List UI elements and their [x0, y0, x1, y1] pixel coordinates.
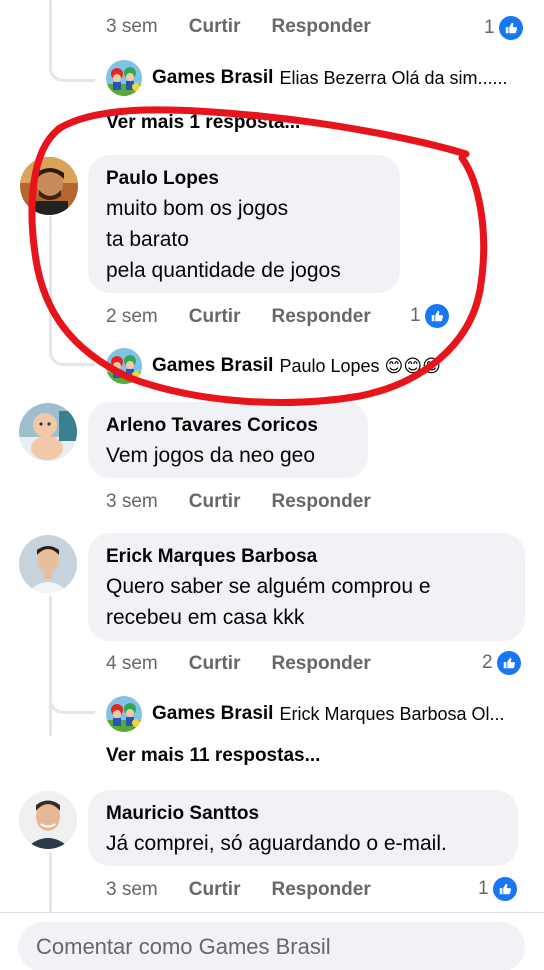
- reply-preview-top[interactable]: Games Brasil Elias Bezerra Olá da sim...…: [106, 60, 508, 96]
- thumbs-up-icon: [496, 651, 521, 675]
- comment-time: 4 sem: [106, 653, 158, 674]
- reply-author[interactable]: Games Brasil: [152, 703, 273, 725]
- thread-line-erick: [49, 596, 52, 736]
- comment-author[interactable]: Mauricio Santtos: [106, 802, 500, 826]
- reply-link[interactable]: Responder: [271, 16, 370, 38]
- comment-time: 3 sem: [106, 16, 158, 37]
- comment-composer[interactable]: [18, 922, 525, 970]
- comment-bubble: Paulo Lopes muito bom os jogos ta barato…: [88, 155, 400, 293]
- reply-text: Erick Marques Barbosa Ol...: [279, 703, 505, 724]
- reply-link[interactable]: Responder: [271, 306, 370, 328]
- comment-bubble: Erick Marques Barbosa Quero saber se alg…: [88, 533, 525, 641]
- reaction-count: 2: [482, 652, 493, 673]
- comment-author[interactable]: Paulo Lopes: [106, 167, 382, 191]
- comment-meta: 3 sem Curtir Responder: [106, 879, 371, 901]
- composer-divider: [0, 912, 544, 913]
- like-link[interactable]: Curtir: [189, 491, 241, 513]
- reply-preview-erick[interactable]: Games Brasil Erick Marques Barbosa Ol...: [106, 696, 505, 732]
- reaction-count-mauricio[interactable]: 1: [478, 877, 517, 901]
- thread-elbow-erick: [49, 694, 95, 714]
- comment-meta: 2 sem Curtir Responder: [106, 306, 371, 328]
- reply-preview-paulo[interactable]: Games Brasil Paulo Lopes 😊😊😊: [106, 348, 441, 384]
- reply-text: Paulo Lopes 😊😊😊: [279, 355, 441, 376]
- comment-text: Vem jogos da neo geo: [106, 444, 315, 467]
- page-avatar: [106, 696, 142, 732]
- reaction-count-paulo[interactable]: 1: [410, 304, 449, 328]
- reply-text: Elias Bezerra Olá da sim......: [279, 67, 508, 88]
- thumbs-up-icon: [424, 304, 449, 328]
- avatar-arleno-tavares-coricos[interactable]: [19, 403, 77, 461]
- comment-bubble: Mauricio Santtos Já comprei, só aguardan…: [88, 790, 518, 866]
- comment-text: Já comprei, só aguardando o e-mail.: [106, 832, 447, 855]
- page-avatar: [106, 348, 142, 384]
- view-more-replies-link[interactable]: Ver mais 1 resposta...: [106, 112, 300, 134]
- thread-line-paulo: [49, 216, 52, 352]
- comment-meta: 4 sem Curtir Responder: [106, 653, 371, 675]
- avatar-paulo-lopes[interactable]: [20, 157, 78, 215]
- reaction-count-erick[interactable]: 2: [482, 651, 521, 675]
- thread-elbow-top: [49, 60, 95, 82]
- reaction-count-top: 1: [484, 16, 523, 40]
- comment-text: Quero saber se alguém comprou e recebeu …: [106, 575, 431, 629]
- comment-bubble: Arleno Tavares Coricos Vem jogos da neo …: [88, 402, 368, 478]
- comment-meta-top: 3 sem Curtir Responder: [106, 16, 371, 38]
- like-link[interactable]: Curtir: [189, 653, 241, 675]
- avatar-erick-marques-barbosa[interactable]: [19, 535, 77, 593]
- view-more-replies-link[interactable]: Ver mais 11 respostas...: [106, 745, 320, 767]
- reply-link[interactable]: Responder: [271, 879, 370, 901]
- reaction-count: 1: [410, 305, 421, 326]
- like-link[interactable]: Curtir: [189, 879, 241, 901]
- comment-time: 2 sem: [106, 306, 158, 327]
- reaction-count: 1: [478, 878, 489, 899]
- avatar-mauricio-santtos[interactable]: [19, 791, 77, 849]
- like-link[interactable]: Curtir: [189, 16, 241, 38]
- reply-link[interactable]: Responder: [271, 653, 370, 675]
- reply-author[interactable]: Games Brasil: [152, 67, 273, 89]
- thumbs-up-icon: [498, 16, 523, 40]
- reply-link[interactable]: Responder: [271, 491, 370, 513]
- comment-author[interactable]: Arleno Tavares Coricos: [106, 414, 350, 438]
- page-avatar: [106, 60, 142, 96]
- thread-elbow-paulo: [49, 340, 95, 366]
- comment-meta: 3 sem Curtir Responder: [106, 491, 371, 513]
- comment-input[interactable]: [36, 934, 525, 960]
- comment-text: muito bom os jogos ta barato pela quanti…: [106, 197, 341, 282]
- comment-time: 3 sem: [106, 879, 158, 900]
- like-link[interactable]: Curtir: [189, 306, 241, 328]
- thread-line-mauricio: [49, 852, 52, 912]
- comment-time: 3 sem: [106, 491, 158, 512]
- reply-author[interactable]: Games Brasil: [152, 355, 273, 377]
- comment-author[interactable]: Erick Marques Barbosa: [106, 545, 507, 569]
- reaction-count: 1: [484, 17, 495, 38]
- thumbs-up-icon: [492, 877, 517, 901]
